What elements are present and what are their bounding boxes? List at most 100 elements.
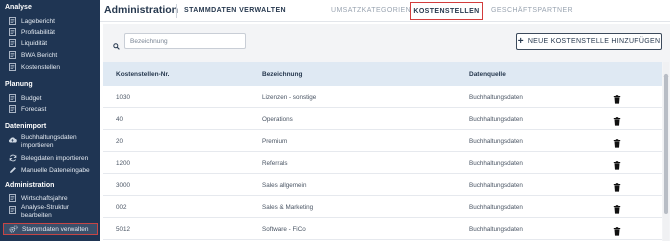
sidebar-item-kostenstellen[interactable]: Kostenstellen (3, 62, 98, 72)
header-divider (176, 4, 177, 18)
toolbar: + NEUE KOSTENSTELLE HINZUFÜGEN (103, 24, 666, 58)
sidebar-item-liquiditaet[interactable]: Liquidität (3, 38, 98, 48)
document-icon (8, 63, 17, 72)
cell-bezeichnung: Lizenzen - sonstige (262, 94, 317, 101)
sidebar-item-label: Belegdaten importieren (21, 154, 89, 162)
cell-nr: 20 (116, 138, 124, 145)
section-title-administration: Administration (5, 182, 55, 189)
tab-stammdaten-verwalten[interactable]: STAMMDATEN VERWALTEN (184, 7, 286, 14)
document-icon (8, 105, 17, 114)
sidebar-item-wirtschaftsjahre[interactable]: Wirtschaftsjahre (3, 193, 98, 203)
cell-nr: 40 (116, 116, 124, 123)
gears-icon (9, 225, 18, 234)
table-header: Kostenstellen-Nr. Bezeichnung Datenquell… (103, 62, 662, 86)
cell-bezeichnung: Referrals (262, 160, 288, 167)
table-row[interactable]: 1030 Lizenzen - sonstige Buchhaltungsdat… (103, 86, 662, 108)
cell-datenquelle: Buchhaltungsdaten (469, 94, 523, 101)
sidebar-item-forecast[interactable]: Forecast (3, 104, 98, 114)
sidebar-item-label: Stammdaten verwalten (22, 225, 89, 233)
sidebar-item-lagebericht[interactable]: Lagebericht (3, 16, 98, 26)
table-row[interactable]: 20 Premium Buchhaltungsdaten (103, 130, 662, 152)
sidebar-item-stammdaten-verwalten[interactable]: Stammdaten verwalten (3, 223, 98, 235)
main-content: + NEUE KOSTENSTELLE HINZUFÜGEN Kostenste… (103, 24, 670, 241)
sidebar-item-analyse-struktur[interactable]: Analyse-Struktur bearbeiten (3, 204, 93, 222)
tab-kostenstellen[interactable]: KOSTENSTELLEN (410, 2, 483, 20)
sidebar-item-label: Liquidität (21, 39, 48, 47)
tab-geschaeftspartner[interactable]: GESCHÄFTSPARTNER (491, 7, 573, 14)
cell-nr: 002 (116, 204, 127, 211)
column-header-nr[interactable]: Kostenstellen-Nr. (116, 71, 169, 78)
sidebar-item-label: Kostenstellen (21, 63, 61, 71)
sidebar: Analyse Lagebericht Profitabilität Liqui… (0, 0, 100, 241)
trash-icon[interactable] (613, 91, 623, 104)
sidebar-item-bwa-bericht[interactable]: BWA Bericht (3, 50, 98, 60)
table-row[interactable]: 40 Operations Buchhaltungsdaten (103, 108, 662, 130)
sidebar-item-label: Wirtschaftsjahre (21, 194, 68, 202)
cell-bezeichnung: Sales allgemein (262, 182, 307, 189)
section-title-planung: Planung (5, 81, 33, 88)
sidebar-item-label: Profitabilität (21, 28, 55, 36)
sidebar-item-label: Budget (21, 94, 42, 102)
cell-nr: 3000 (116, 182, 131, 189)
cell-datenquelle: Buchhaltungsdaten (469, 138, 523, 145)
cell-datenquelle: Buchhaltungsdaten (469, 116, 523, 123)
trash-icon[interactable] (613, 113, 623, 126)
cell-bezeichnung: Operations (262, 116, 293, 123)
sidebar-item-belegdaten-importieren[interactable]: Belegdaten importieren (3, 153, 98, 163)
cell-datenquelle: Buchhaltungsdaten (469, 160, 523, 167)
section-title-datenimport: Datenimport (5, 123, 47, 130)
sidebar-item-buchhaltungsdaten-importieren[interactable]: Buchhaltungsdaten importieren (3, 134, 93, 152)
cell-datenquelle: Buchhaltungsdaten (469, 226, 523, 233)
table-row[interactable]: 5012 Software - FiCo Buchhaltungsdaten (103, 218, 662, 240)
sidebar-item-label: Buchhaltungsdaten importieren (21, 134, 77, 149)
document-icon (8, 17, 17, 26)
add-button-label: NEUE KOSTENSTELLE HINZUFÜGEN (527, 38, 661, 45)
document-icon (8, 194, 17, 203)
search-icon (113, 37, 120, 55)
document-icon (8, 39, 17, 48)
plus-icon: + (517, 35, 524, 47)
column-header-datenquelle[interactable]: Datenquelle (469, 71, 506, 78)
cell-bezeichnung: Premium (262, 138, 288, 145)
document-icon (8, 94, 17, 103)
tab-umsatzkategorien[interactable]: UMSATZKATEGORIEN (331, 7, 411, 14)
trash-icon[interactable] (613, 135, 623, 148)
table-row[interactable]: 002 Sales & Marketing Buchhaltungsdaten (103, 196, 662, 218)
trash-icon[interactable] (613, 201, 623, 214)
table-row[interactable]: 1200 Referrals Buchhaltungsdaten (103, 152, 662, 174)
sync-icon (8, 154, 17, 163)
sidebar-item-budget[interactable]: Budget (3, 93, 98, 103)
kostenstellen-table: Kostenstellen-Nr. Bezeichnung Datenquell… (103, 62, 662, 241)
sidebar-item-manuelle-dateneingabe[interactable]: Manuelle Dateneingabe (3, 165, 98, 175)
cloud-upload-icon (8, 135, 17, 144)
column-header-bezeichnung[interactable]: Bezeichnung (262, 71, 302, 78)
document-icon (8, 51, 17, 60)
cell-datenquelle: Buchhaltungsdaten (469, 182, 523, 189)
page-title: Administration (104, 4, 179, 16)
sidebar-item-label: Analyse-Struktur bearbeiten (21, 204, 70, 219)
section-title-analyse: Analyse (5, 4, 32, 11)
cell-nr: 1030 (116, 94, 131, 101)
document-icon (8, 28, 17, 37)
sidebar-item-label: Manuelle Dateneingabe (21, 166, 90, 174)
document-icon (8, 205, 17, 214)
pencil-icon (8, 166, 17, 175)
sidebar-item-profitabilitaet[interactable]: Profitabilität (3, 27, 98, 37)
scroll-up-arrow-icon[interactable] (663, 65, 669, 77)
cell-bezeichnung: Sales & Marketing (262, 204, 314, 211)
scrollbar-thumb[interactable] (664, 74, 668, 214)
table-row[interactable]: 3000 Sales allgemein Buchhaltungsdaten (103, 174, 662, 196)
cell-nr: 5012 (116, 226, 131, 233)
cell-datenquelle: Buchhaltungsdaten (469, 204, 523, 211)
trash-icon[interactable] (613, 179, 623, 192)
trash-icon[interactable] (613, 157, 623, 170)
add-kostenstelle-button[interactable]: + NEUE KOSTENSTELLE HINZUFÜGEN (516, 33, 662, 50)
cell-bezeichnung: Software - FiCo (262, 226, 306, 233)
sidebar-item-label: BWA Bericht (21, 51, 58, 59)
sidebar-item-label: Lagebericht (21, 17, 55, 25)
cell-nr: 1200 (116, 160, 131, 167)
top-header: Administration STAMMDATEN VERWALTEN UMSA… (100, 0, 670, 22)
sidebar-item-label: Forecast (21, 105, 47, 113)
search-input[interactable] (124, 33, 246, 49)
trash-icon[interactable] (613, 223, 623, 236)
